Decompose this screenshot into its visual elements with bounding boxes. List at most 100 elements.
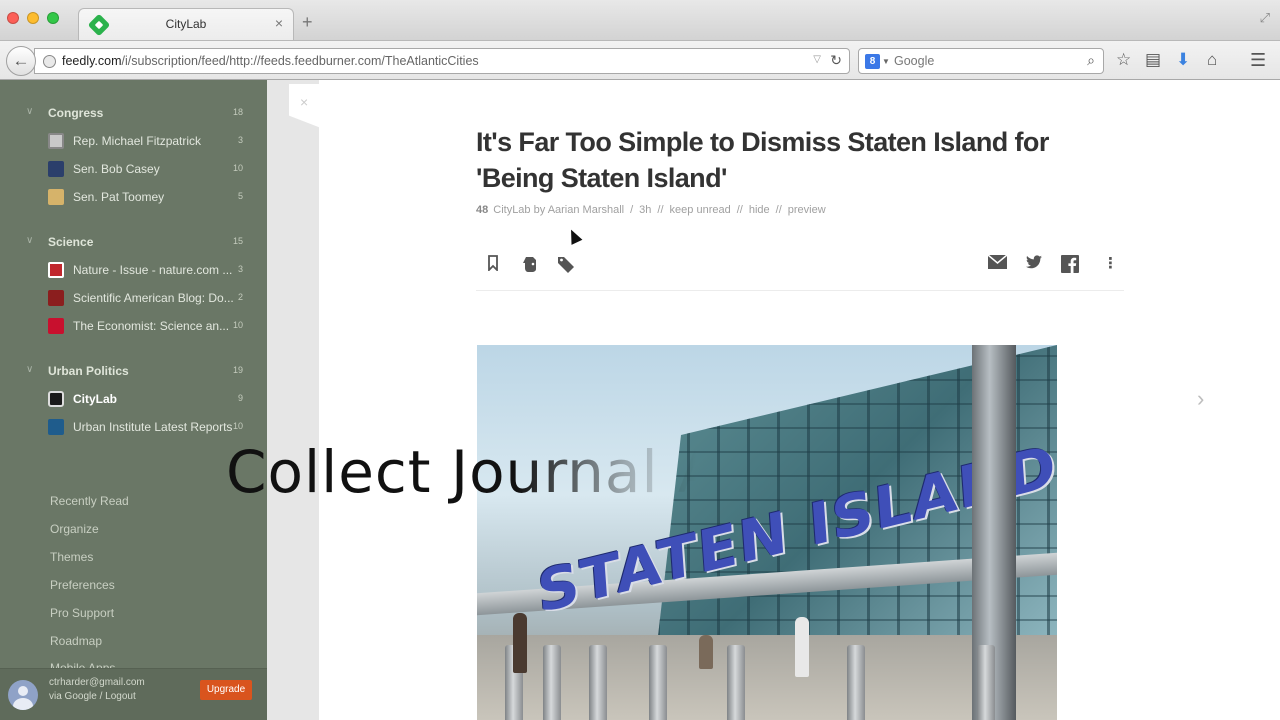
search-engine-icon[interactable]: 8	[865, 54, 880, 69]
group-name: Science	[48, 235, 94, 249]
separator: //	[736, 204, 743, 216]
account-panel: ctrharder@gmail.com via Google / Logout …	[0, 668, 267, 720]
link-themes[interactable]: Themes	[50, 550, 93, 564]
feed-icon	[48, 189, 64, 205]
pedestrian	[513, 613, 527, 673]
more-icon[interactable]: ⋮	[1103, 255, 1118, 273]
logout-link[interactable]: via Google / Logout	[49, 691, 136, 702]
feed-item[interactable]: Urban Institute Latest Reports 10	[0, 416, 267, 438]
content-gutter	[267, 80, 319, 720]
browser-titlebar: CityLab × + ⤢	[0, 0, 1280, 40]
minimize-window-button[interactable]	[27, 12, 39, 24]
address-bar[interactable]: feedly.com/i/subscription/feed/http://fe…	[34, 48, 850, 74]
close-window-button[interactable]	[7, 12, 19, 24]
reload-icon[interactable]: ↻	[830, 52, 842, 69]
avatar[interactable]	[8, 680, 38, 710]
browser-navbar: feedly.com/i/subscription/feed/http://fe…	[0, 40, 1280, 80]
tag-icon[interactable]	[557, 255, 575, 278]
tab-close-icon[interactable]: ×	[275, 15, 283, 31]
bollard	[649, 645, 667, 720]
article-meta: 48 CityLab by Aarian Marshall / 3h // keep un…	[476, 204, 826, 216]
separator: /	[630, 204, 634, 216]
fullscreen-icon[interactable]: ⤢	[1260, 10, 1270, 26]
chevron-down-icon[interactable]: ∨	[26, 235, 33, 246]
tab-citylab[interactable]: CityLab ×	[78, 8, 294, 40]
feed-name: Sen. Pat Toomey	[73, 190, 165, 204]
evernote-icon[interactable]	[522, 255, 539, 277]
feed-item[interactable]: Nature - Issue - nature.com ... 3	[0, 259, 267, 281]
group-urban-politics[interactable]: ∨ Urban Politics 19	[0, 362, 267, 382]
group-count: 19	[232, 365, 243, 375]
menu-icon[interactable]: ☰	[1250, 50, 1266, 70]
bollard	[847, 645, 865, 720]
group-congress[interactable]: ∨ Congress 18	[0, 104, 267, 124]
feed-name: CityLab	[73, 392, 118, 406]
bollard	[727, 645, 745, 720]
chevron-down-icon[interactable]: ∨	[26, 364, 33, 375]
pedestrian	[795, 617, 809, 677]
next-article-arrow-icon[interactable]: ›	[1197, 386, 1204, 412]
group-science[interactable]: ∨ Science 15	[0, 233, 267, 253]
twitter-icon[interactable]	[1026, 255, 1042, 274]
tab-title: CityLab	[165, 17, 207, 31]
feed-item[interactable]: Sen. Pat Toomey 5	[0, 186, 267, 208]
preview-link[interactable]: preview	[788, 204, 826, 216]
feed-item[interactable]: Sen. Bob Casey 10	[0, 158, 267, 180]
feed-name: Scientific American Blog: Do...	[73, 291, 234, 305]
link-preferences[interactable]: Preferences	[50, 578, 115, 592]
search-input[interactable]: Google	[894, 54, 934, 68]
article-hero-image[interactable]: STATEN ISLAND	[477, 345, 1057, 720]
video-caption-overlay: Collect Journal A	[226, 438, 696, 506]
feed-name: Rep. Michael Fitzpatrick	[73, 134, 202, 148]
by-label: by	[533, 204, 546, 216]
bookmark-icon[interactable]	[487, 255, 499, 275]
facebook-icon[interactable]	[1061, 255, 1079, 278]
download-icon[interactable]: ⬇	[1176, 50, 1190, 70]
search-icon[interactable]: ⌕	[1087, 52, 1095, 69]
separator: //	[657, 204, 664, 216]
url-path: /i/subscription/feed/http://feeds.feedbu…	[121, 54, 479, 68]
globe-icon	[43, 55, 56, 68]
link-roadmap[interactable]: Roadmap	[50, 634, 102, 648]
feed-icon	[48, 391, 64, 407]
new-tab-button[interactable]: +	[302, 13, 313, 31]
zoom-window-button[interactable]	[47, 12, 59, 24]
feed-count: 3	[237, 264, 243, 274]
keep-unread-link[interactable]: keep unread	[670, 204, 731, 216]
hide-link[interactable]: hide	[749, 204, 770, 216]
feed-icon	[48, 419, 64, 435]
url-dropdown-icon[interactable]: ▽	[813, 54, 821, 65]
close-icon[interactable]: ×	[300, 94, 308, 110]
home-icon[interactable]: ⌂	[1207, 50, 1217, 70]
source-link[interactable]: CityLab	[493, 204, 530, 216]
url-host: feedly.com	[62, 54, 122, 68]
feed-item-citylab[interactable]: CityLab 9	[0, 388, 267, 410]
back-arrow-icon[interactable]: ←	[6, 46, 36, 76]
group-name: Urban Politics	[48, 364, 129, 378]
link-pro-support[interactable]: Pro Support	[50, 606, 114, 620]
email-icon[interactable]	[987, 254, 1008, 274]
upgrade-button[interactable]: Upgrade	[200, 680, 252, 700]
feed-icon	[48, 318, 64, 334]
chevron-down-icon[interactable]: ∨	[26, 106, 33, 117]
feed-count: 5	[237, 191, 243, 201]
feed-name: Nature - Issue - nature.com ...	[73, 263, 233, 277]
feed-count: 10	[232, 320, 243, 330]
search-engine-caret-icon[interactable]: ▼	[882, 57, 890, 66]
article-age: 3h	[639, 204, 652, 216]
bollard	[589, 645, 607, 720]
divider	[476, 290, 1124, 291]
feed-item[interactable]: Scientific American Blog: Do... 2	[0, 287, 267, 309]
author-name: Aarian Marshall	[547, 204, 625, 216]
search-bar[interactable]: 8 ▼ Google ⌕	[858, 48, 1104, 74]
feed-name: Urban Institute Latest Reports	[73, 420, 233, 434]
group-count: 15	[232, 236, 243, 246]
url-text[interactable]: feedly.com/i/subscription/feed/http://fe…	[62, 54, 479, 68]
star-icon[interactable]: ☆	[1116, 50, 1131, 70]
feed-item[interactable]: The Economist: Science an... 10	[0, 315, 267, 337]
clipboard-icon[interactable]: ▤	[1145, 50, 1161, 70]
link-organize[interactable]: Organize	[50, 522, 99, 536]
link-recently-read[interactable]: Recently Read	[50, 494, 129, 508]
article-title[interactable]: It's Far Too Simple to Dismiss Staten Is…	[476, 124, 1116, 196]
feed-item[interactable]: Rep. Michael Fitzpatrick 3	[0, 130, 267, 152]
